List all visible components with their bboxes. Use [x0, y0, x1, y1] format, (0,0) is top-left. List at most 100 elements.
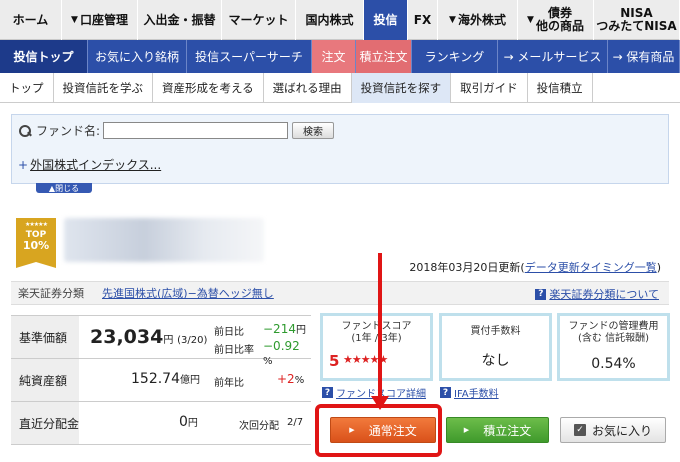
recent-search-text: 外国株式インデックス... — [30, 158, 162, 172]
sub-nav-fund-top[interactable]: 投信トップ — [0, 40, 88, 73]
tnav-learn[interactable]: 投資信託を学ぶ — [54, 72, 153, 103]
fund-name-input[interactable] — [103, 122, 289, 139]
question-icon: ? — [440, 387, 451, 398]
tnav-trading-guide[interactable]: 取引ガイド — [451, 72, 528, 103]
top-nav-deposit[interactable]: 入出金・振替 — [138, 0, 222, 40]
change-rate-value: −0.92 — [263, 339, 300, 353]
close-panel-tab[interactable]: ▲閉じる — [36, 183, 92, 193]
nav-value-group: 23,034円 (3/20) — [90, 326, 207, 348]
top10-badge: ★★★★★ TOP 10% — [16, 218, 56, 268]
category-help-link[interactable]: ? 楽天証券分類について — [535, 286, 659, 302]
purchase-fee-title: 買付手数料 — [470, 326, 521, 337]
sub-nav-favorites[interactable]: お気に入り銘柄 — [88, 40, 187, 73]
check-icon: ✓ — [573, 424, 586, 436]
fund-score-title: ファンドスコア (1年 / 3年) — [341, 321, 412, 344]
annotation-highlight-box — [315, 404, 442, 457]
accumulation-order-button[interactable]: ▶ 積立注文 — [446, 417, 549, 443]
sub-nav-mail-service[interactable]: → メールサービス — [498, 40, 608, 73]
top-nav-domestic-stock[interactable]: 国内株式 — [296, 0, 364, 40]
price-table: 基準価額 23,034円 (3/20) 前日比 −214円 前日比率 −0.92… — [11, 315, 311, 445]
update-timing-link[interactable]: データ更新タイミング一覧 — [525, 261, 657, 274]
tertiary-nav: トップ 投資信託を学ぶ 資産形成を考える 選ばれる理由 投資信託を探す 取引ガイ… — [0, 72, 680, 103]
sub-nav-ranking[interactable]: ランキング — [412, 40, 498, 73]
purchase-fee-value: なし — [481, 353, 510, 369]
dividend-group: 0円 — [179, 414, 198, 430]
table-row-assets: 純資産額 152.74億円 前年比 +2% — [11, 359, 311, 402]
update-info: 2018年03月20日更新(データ更新タイミング一覧) — [409, 259, 661, 275]
table-row-dividend: 直近分配金 0円 次回分配 2/7 — [11, 402, 311, 445]
tnav-accumulation[interactable]: 投信積立 — [528, 72, 593, 103]
triangle-down-icon: ▼ — [449, 14, 456, 25]
top-nav-funds[interactable]: 投信 — [364, 0, 408, 40]
nav-label: 基準価額 — [11, 316, 79, 358]
tnav-top[interactable]: トップ — [0, 72, 54, 103]
nav-value: 23,034 — [90, 326, 164, 348]
fund-name-redacted — [64, 218, 264, 262]
top-nav-bonds-other[interactable]: ▼ 債券 他の商品 — [518, 0, 594, 40]
triangle-down-icon: ▼ — [71, 14, 78, 25]
fund-score-value: 5 — [329, 352, 340, 370]
change-unit: 円 — [295, 325, 306, 336]
sub-nav: 投信トップ お気に入り銘柄 投信スーパーサーチ 注文 積立注文 ランキング → … — [0, 40, 680, 73]
badge-percent: 10% — [22, 239, 50, 252]
next-dividend-label: 次回分配 — [239, 421, 279, 432]
table-row-nav: 基準価額 23,034円 (3/20) 前日比 −214円 前日比率 −0.92… — [11, 316, 311, 367]
sub-nav-holdings[interactable]: → 保有商品 — [608, 40, 680, 73]
category-value-link[interactable]: 先進国株式(広域)−為替ヘッジ無し — [102, 285, 274, 301]
ifa-fee-link[interactable]: ? IFA手数料 — [440, 385, 499, 400]
search-button[interactable]: 検索 — [292, 122, 335, 139]
change-value: −214 — [263, 322, 296, 336]
update-date: 2018年03月20日更新( — [409, 261, 525, 274]
badge-stars: ★★★★★ — [25, 221, 48, 228]
assets-group: 152.74億円 — [131, 371, 200, 387]
change-label: 前日比 — [214, 327, 244, 338]
dividend-label: 直近分配金 — [11, 402, 79, 444]
fund-name-label: ファンド名: — [36, 124, 101, 138]
question-icon: ? — [322, 387, 333, 398]
category-bar: 楽天証券分類 先進国株式(広域)−為替ヘッジ無し ? 楽天証券分類について — [11, 281, 669, 305]
yoy-label: 前年比 — [214, 378, 244, 389]
next-dividend-value: 2/7 — [287, 417, 304, 428]
annotation-arrow — [378, 253, 382, 401]
add-favorite-button[interactable]: ✓ お気に入り — [560, 417, 666, 443]
dividend-value: 0 — [179, 414, 188, 430]
assets-unit: 億円 — [180, 375, 200, 386]
update-close-paren: ) — [656, 261, 661, 274]
search-icon — [18, 124, 32, 138]
plus-icon: + — [18, 158, 29, 172]
yoy-group: +2% — [277, 372, 304, 386]
top-nav-market[interactable]: マーケット — [222, 0, 296, 40]
nav-unit: 円 — [163, 335, 174, 346]
top-nav: ホーム ▼ 口座管理 入出金・振替 マーケット 国内株式 投信 FX ▼ 海外株式 … — [0, 0, 680, 40]
sub-nav-accumulation-order[interactable]: 積立注文 — [356, 40, 412, 73]
triangle-down-icon: ▼ — [527, 14, 534, 25]
sub-nav-order[interactable]: 注文 — [312, 40, 356, 73]
assets-value: 152.74 — [131, 371, 180, 387]
fund-search-panel: ファンド名: 検索 + 外国株式インデックス... — [11, 114, 669, 184]
top-nav-foreign-stock[interactable]: ▼ 海外株式 — [438, 0, 518, 40]
recent-search-link[interactable]: + 外国株式インデックス... — [18, 156, 161, 173]
top-nav-account[interactable]: ▼ 口座管理 — [62, 0, 138, 40]
top-nav-home[interactable]: ホーム — [0, 0, 62, 40]
management-fee-value: 0.54% — [591, 356, 636, 372]
assets-label: 純資産額 — [11, 359, 79, 401]
change-group: −214円 — [263, 321, 306, 336]
management-fee-box: ファンドの管理費用 (含む 信託報酬) 0.54% — [557, 313, 670, 381]
fund-score-box: ファンドスコア (1年 / 3年) 5 ★★★★★ — [320, 313, 433, 381]
change-rate-label: 前日比率 — [214, 345, 254, 356]
yoy-value: +2 — [277, 372, 295, 386]
sub-nav-super-search[interactable]: 投信スーパーサーチ — [187, 40, 312, 73]
purchase-fee-box: 買付手数料 なし — [439, 313, 552, 381]
tnav-asset-building[interactable]: 資産形成を考える — [153, 72, 264, 103]
dividend-unit: 円 — [187, 418, 198, 429]
question-icon: ? — [535, 288, 547, 300]
yoy-unit: % — [294, 375, 305, 386]
nav-date: (3/20) — [177, 335, 208, 346]
top-nav-nisa[interactable]: NISA つみたてNISA — [594, 0, 680, 40]
tnav-search-funds[interactable]: 投資信託を探す — [351, 72, 452, 103]
management-fee-title: ファンドの管理費用 (含む 信託報酬) — [568, 321, 659, 344]
arrow-right-icon: ▶ — [463, 426, 470, 434]
top-nav-fx[interactable]: FX — [408, 0, 438, 40]
category-label: 楽天証券分類 — [18, 287, 84, 300]
tnav-reasons[interactable]: 選ばれる理由 — [264, 72, 352, 103]
